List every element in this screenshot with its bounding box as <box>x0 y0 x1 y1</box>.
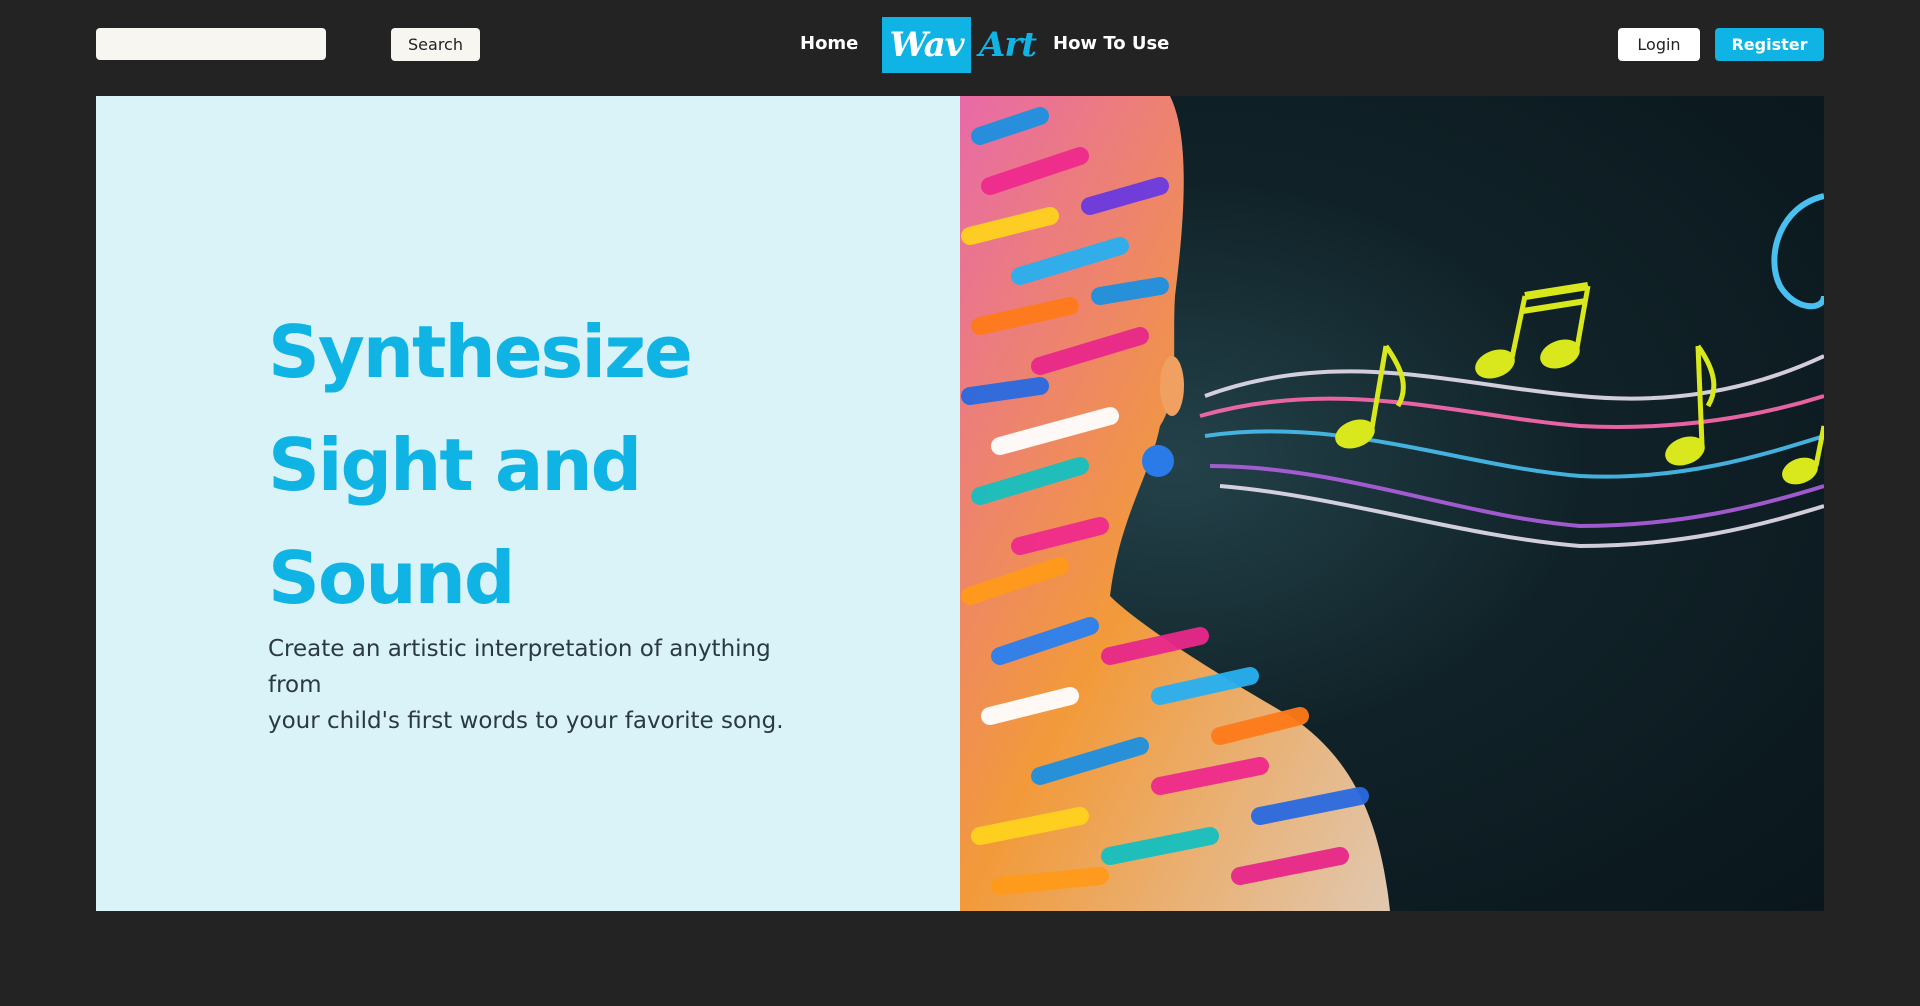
hero-heading-line: Sound <box>268 536 515 620</box>
hero-heading-line: Sight and <box>268 423 642 507</box>
search-button[interactable]: Search <box>391 28 480 61</box>
ear-shape <box>1160 356 1184 416</box>
hero-heading-line: Synthesize <box>268 310 693 394</box>
nav-how-to-use-link[interactable]: How To Use <box>1053 30 1169 58</box>
hero-text-panel: Synthesize Sight and Sound Create an art… <box>96 96 960 911</box>
hero-heading: Synthesize Sight and Sound <box>268 296 828 635</box>
hero-section: Synthesize Sight and Sound Create an art… <box>96 96 1824 911</box>
hero-subtext-line: Create an artistic interpretation of any… <box>268 636 771 698</box>
logo-wav-text: Wav <box>882 17 971 73</box>
painted-face-music-notes-image <box>960 96 1824 911</box>
search-input[interactable] <box>96 28 326 60</box>
top-navbar: Search Home Wav Art How To Use Login Reg… <box>0 0 1920 96</box>
nav-home-link[interactable]: Home <box>800 30 858 58</box>
register-button[interactable]: Register <box>1715 28 1824 61</box>
hero-subtext: Create an artistic interpretation of any… <box>268 631 828 739</box>
treble-clef-shape <box>1771 193 1824 310</box>
wavart-logo[interactable]: Wav Art <box>882 17 1037 73</box>
login-button[interactable]: Login <box>1618 28 1700 61</box>
logo-art-text: Art <box>979 25 1037 65</box>
hero-subtext-line: your child's first words to your favorit… <box>268 708 784 734</box>
earring-shape <box>1142 445 1174 477</box>
hero-illustration <box>960 96 1824 911</box>
music-staff-lines <box>1199 354 1824 549</box>
